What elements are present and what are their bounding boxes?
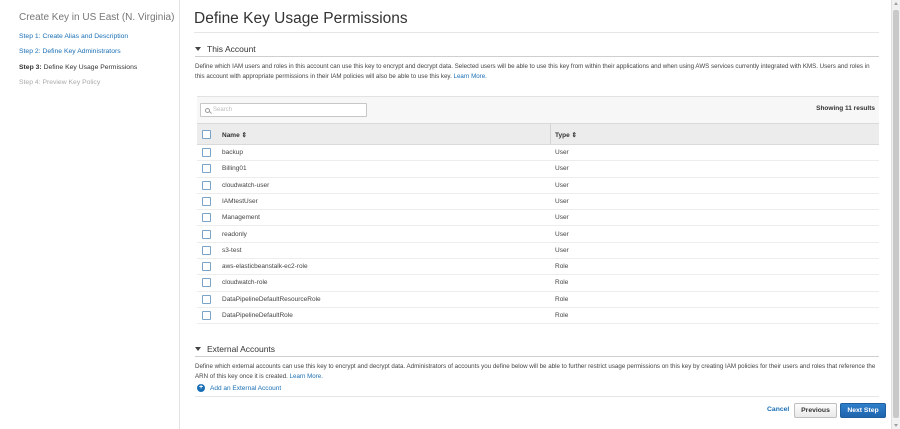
footer-divider (195, 396, 879, 397)
row-checkbox[interactable] (202, 311, 211, 320)
page-title: Define Key Usage Permissions (194, 10, 408, 27)
scroll-down-arrow-icon[interactable] (894, 424, 898, 427)
caret-down-icon (195, 347, 201, 351)
row-type: Role (555, 279, 569, 287)
step-number: Step 2: (19, 48, 41, 55)
step-number: Step 3: (19, 64, 42, 71)
column-type-header[interactable]: Type ⇕ (555, 131, 577, 139)
table-row[interactable]: Management User (197, 210, 879, 227)
caret-down-icon (195, 47, 201, 51)
external-accounts-toggle[interactable]: External Accounts (195, 344, 275, 354)
wizard-sidebar: Create Key in US East (N. Virginia) Step… (0, 0, 180, 429)
row-type: User (555, 181, 569, 189)
this-account-toggle[interactable]: This Account (195, 44, 256, 54)
principals-table: Search Showing 11 results Name ⇕ Type ⇕ … (197, 96, 879, 326)
row-type: User (555, 214, 569, 222)
add-external-account-label: Add an External Account (210, 384, 282, 392)
table-row[interactable]: s3-test User (197, 243, 879, 260)
learn-more-link[interactable]: Learn More. (290, 373, 323, 380)
row-type: User (555, 246, 569, 254)
table-row[interactable]: DataPipelineDefaultRole Role (197, 308, 879, 325)
step-number: Step 4: (19, 79, 41, 86)
row-type: Role (555, 312, 569, 319)
learn-more-link[interactable]: Learn More. (454, 73, 487, 80)
this-account-description: Define which IAM users and roles in this… (195, 62, 879, 82)
step-number: Step 1: (19, 33, 41, 40)
table-row[interactable]: Billing01 User (197, 161, 879, 178)
row-type: User (555, 230, 569, 238)
column-divider (550, 124, 551, 144)
title-divider (194, 32, 879, 33)
step-label: Preview Key Policy (42, 79, 101, 86)
row-name: readonly (222, 230, 247, 238)
row-type: Role (555, 263, 569, 271)
previous-button[interactable]: Previous (794, 403, 837, 418)
section-divider (195, 56, 879, 57)
step-1-link[interactable]: Step 1: Create Alias and Description (19, 33, 128, 40)
section-divider (195, 356, 879, 357)
table-row[interactable]: backup User (197, 145, 879, 162)
step-4-disabled: Step 4: Preview Key Policy (19, 79, 100, 86)
wizard-title: Create Key in US East (N. Virginia) (19, 12, 175, 23)
description-text: Define which IAM users and roles in this… (195, 63, 870, 80)
row-name: backup (222, 149, 243, 156)
row-checkbox[interactable] (202, 196, 211, 206)
add-external-account-link[interactable]: + Add an External Account (197, 384, 281, 392)
step-label: Define Key Administrators (42, 48, 121, 55)
scroll-thumb[interactable] (893, 10, 899, 418)
step-2-link[interactable]: Step 2: Define Key Administrators (19, 48, 121, 55)
cancel-button[interactable]: Cancel (767, 406, 789, 413)
row-checkbox[interactable] (202, 278, 211, 288)
row-type: User (555, 149, 569, 156)
step-3-current: Step 3: Define Key Usage Permissions (19, 64, 137, 71)
table-row[interactable]: IAMtestUser User (197, 194, 879, 211)
select-all-checkbox[interactable] (202, 130, 211, 139)
row-checkbox[interactable] (202, 262, 211, 272)
row-checkbox[interactable] (202, 245, 211, 255)
row-checkbox[interactable] (202, 213, 211, 223)
vertical-scrollbar[interactable] (891, 0, 900, 429)
row-name: DataPipelineDefaultRole (222, 312, 293, 319)
row-name: Billing01 (222, 165, 247, 173)
external-accounts-description: Define which external accounts can use t… (195, 362, 879, 382)
row-name: Management (222, 214, 260, 222)
row-checkbox[interactable] (202, 148, 211, 157)
row-name: aws-elasticbeanstalk-ec2-role (222, 263, 308, 271)
column-name-header[interactable]: Name ⇕ (222, 131, 247, 139)
row-name: DataPipelineDefaultResourceRole (222, 295, 321, 303)
row-name: cloudwatch-role (222, 279, 268, 287)
table-toolbar: Search Showing 11 results (197, 97, 879, 123)
row-checkbox[interactable] (202, 229, 211, 239)
search-input[interactable]: Search (200, 103, 367, 117)
search-icon (205, 107, 210, 113)
section-heading: This Account (207, 44, 256, 54)
table-row[interactable]: readonly User (197, 227, 879, 243)
row-type: User (555, 197, 569, 205)
main-content: Define Key Usage Permissions This Accoun… (181, 0, 891, 429)
search-placeholder: Search (213, 107, 233, 113)
step-label: Define Key Usage Permissions (43, 64, 138, 71)
row-type: User (555, 165, 569, 173)
row-name: cloudwatch-user (222, 181, 270, 189)
table-row[interactable]: cloudwatch-role Role (197, 275, 879, 292)
table-header: Name ⇕ Type ⇕ (197, 123, 879, 145)
plus-circle-icon: + (197, 384, 205, 392)
results-count: Showing 11 results (816, 105, 875, 112)
row-type: Role (555, 295, 569, 303)
table-row[interactable]: DataPipelineDefaultResourceRole Role (197, 292, 879, 308)
table-row[interactable]: cloudwatch-user User (197, 178, 879, 194)
row-name: IAMtestUser (222, 197, 258, 205)
scroll-up-arrow-icon[interactable] (894, 2, 898, 5)
step-label: Create Alias and Description (42, 33, 129, 40)
next-step-button[interactable]: Next Step (840, 403, 886, 418)
table-row[interactable]: aws-elasticbeanstalk-ec2-role Role (197, 259, 879, 276)
section-heading: External Accounts (207, 344, 276, 354)
row-checkbox[interactable] (202, 164, 211, 174)
row-checkbox[interactable] (202, 180, 211, 190)
row-checkbox[interactable] (202, 294, 211, 304)
row-name: s3-test (222, 246, 242, 254)
